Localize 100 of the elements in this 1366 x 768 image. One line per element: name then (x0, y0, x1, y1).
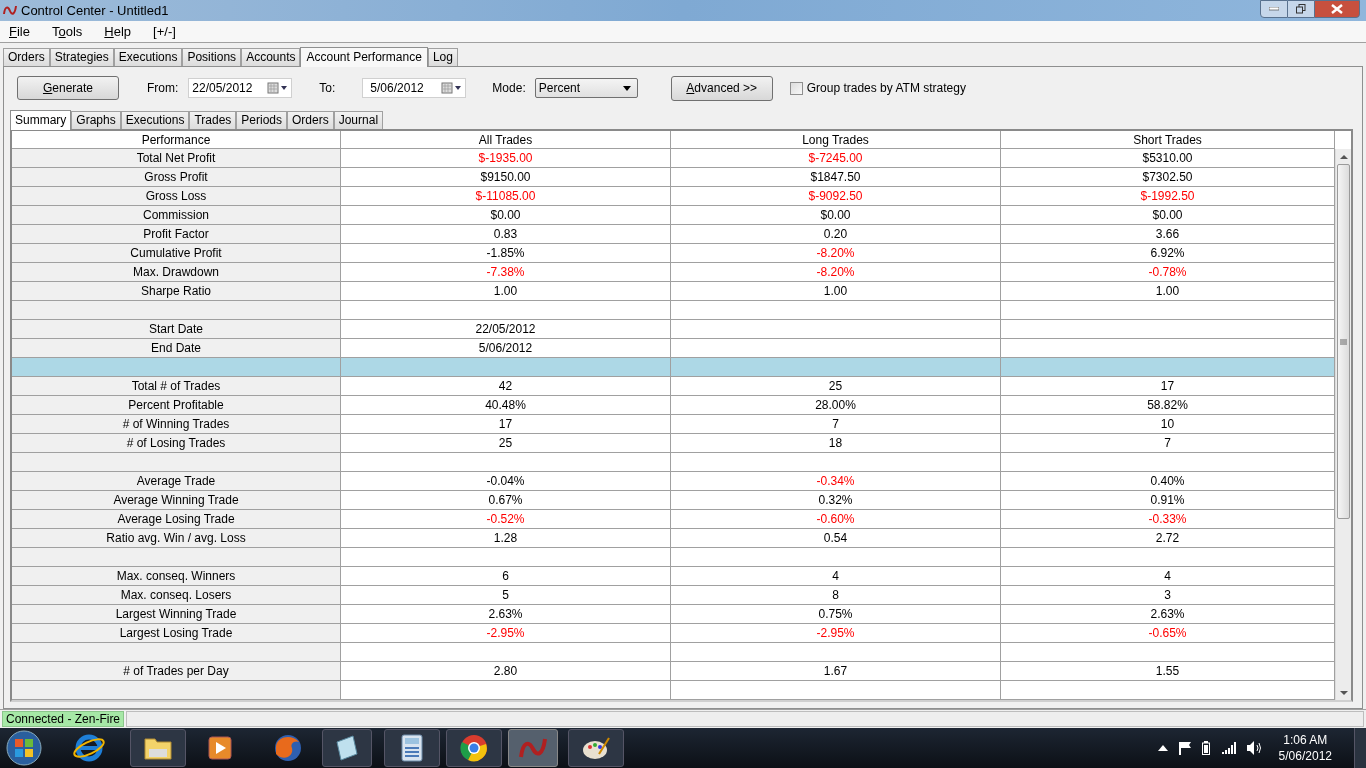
notepad-taskbar-button[interactable] (322, 729, 372, 767)
row-header: Total # of Trades (12, 377, 341, 396)
calculator-taskbar-button[interactable] (384, 729, 440, 767)
minimize-icon (1269, 7, 1279, 11)
table-cell-text: 0.40% (1150, 473, 1185, 491)
table-cell-text: 0.54 (823, 530, 848, 548)
vertical-scrollbar[interactable] (1335, 149, 1351, 701)
table-cell-text: -2.95% (816, 625, 855, 643)
close-button[interactable] (1314, 0, 1360, 18)
table-cell-text: $9150.00 (480, 169, 531, 187)
checkbox-label: Group trades by ATM strategy (806, 80, 966, 98)
fox-globe-icon[interactable] (272, 732, 304, 764)
table-cell-text: 2.63% (488, 606, 523, 624)
table-cell-text: 3 (1164, 587, 1171, 605)
restore-icon (1296, 4, 1306, 14)
tab[interactable]: Graphs (71, 111, 121, 130)
table-cell-text: $-11085.00 (475, 188, 536, 206)
menu-item[interactable]: File (9, 21, 30, 42)
table-cell-text: 42 (498, 378, 513, 396)
restore-button[interactable] (1288, 0, 1314, 18)
tab[interactable]: Journal (333, 111, 384, 130)
tab[interactable]: Account Performance (300, 47, 428, 68)
from-date-field[interactable]: 22/05/2012 (188, 78, 293, 99)
clock[interactable]: 1:06 AM 5/06/2012 (1278, 732, 1332, 764)
generate-button[interactable]: Generate (17, 76, 119, 101)
scroll-thumb[interactable] (1337, 164, 1350, 520)
row-header: Gross Loss (12, 187, 341, 206)
tab[interactable]: Positions (182, 48, 242, 67)
row-header: Average Winning Trade (12, 491, 341, 510)
tab[interactable]: Accounts (241, 48, 301, 67)
chrome-taskbar-button[interactable] (446, 729, 502, 767)
tab[interactable]: Trades (189, 111, 237, 130)
table-cell-text: 0.67% (488, 492, 523, 510)
table-cell-text: -0.04% (486, 473, 525, 491)
table-cell-text: 4 (832, 568, 839, 586)
selected-row[interactable] (12, 358, 1335, 378)
row-header: Average Trade (12, 472, 341, 491)
table-cell-text: $1847.50 (810, 169, 861, 187)
calendar-dropdown-icon (267, 82, 290, 95)
table-cell-text: -0.33% (1148, 511, 1187, 529)
battery-icon[interactable] (1201, 741, 1210, 755)
tab[interactable]: Executions (113, 48, 183, 67)
table-cell-text: -8.20% (816, 264, 855, 282)
menu-item[interactable]: [+/-] (153, 21, 176, 42)
tab[interactable]: Orders (287, 111, 334, 130)
table-cell-text: 1.28 (493, 530, 518, 548)
table-cell-text: 7 (832, 416, 839, 434)
table-cell-text: $7302.50 (1142, 169, 1193, 187)
speaker-icon[interactable] (1246, 741, 1263, 755)
tab[interactable]: Summary (10, 110, 72, 131)
table-cell-text: $0.00 (490, 207, 521, 225)
menu-item[interactable]: Help (104, 21, 132, 42)
table-cell-text: -0.65% (1148, 625, 1187, 643)
media-player-icon[interactable] (206, 733, 234, 763)
tab[interactable]: Log (427, 48, 458, 67)
table-cell-text: 3.66 (1155, 226, 1180, 244)
show-hidden-icons-icon[interactable] (1157, 745, 1168, 751)
mode-label: Mode: (492, 80, 526, 98)
table-cell-text: -0.52% (486, 511, 525, 529)
row-header: Total Net Profit (12, 149, 341, 168)
browser-e-icon[interactable] (72, 732, 106, 764)
mode-dropdown[interactable]: Percent (534, 78, 638, 99)
app-logo-icon (519, 737, 547, 759)
close-icon (1331, 4, 1343, 14)
folder-taskbar-button[interactable] (130, 729, 186, 767)
flag-icon[interactable] (1177, 741, 1192, 755)
table-cell-text: 0.20 (823, 226, 848, 244)
window-title: Control Center - Untitled1 (21, 1, 169, 20)
checkbox[interactable] (789, 81, 803, 95)
start-button-icon[interactable] (4, 730, 44, 766)
row-header: # of Trades per Day (12, 662, 341, 681)
tab[interactable]: Strategies (49, 48, 114, 67)
table-cell-text: -0.60% (816, 511, 855, 529)
tab[interactable]: Orders (3, 48, 50, 67)
table-cell-text: 17 (1160, 378, 1175, 396)
row-header: End Date (12, 339, 341, 358)
row-header: Average Losing Trade (12, 510, 341, 529)
table-cell-text: 18 (828, 435, 843, 453)
table-cell-text: -0.78% (1148, 264, 1187, 282)
from-label: From: (147, 80, 179, 98)
table-cell-text: 1.00 (823, 283, 848, 301)
tab[interactable]: Periods (236, 111, 287, 130)
table-cell-text: 1.00 (1155, 283, 1180, 301)
signal-icon[interactable] (1221, 742, 1237, 754)
to-date-field[interactable]: 5/06/2012 (362, 78, 467, 99)
table-cell-text: 2.63% (1150, 606, 1185, 624)
row-header: # of Winning Trades (12, 415, 341, 434)
row-header: Ratio avg. Win / avg. Loss (12, 529, 341, 548)
app-logo-icon (3, 4, 17, 17)
table-cell-text: 25 (498, 435, 513, 453)
menu-item[interactable]: Tools (51, 21, 83, 42)
table-cell-text: -1.85% (486, 245, 525, 263)
tab[interactable]: Executions (120, 111, 190, 130)
row-header: Profit Factor (12, 225, 341, 244)
row-header: Max. conseq. Losers (12, 586, 341, 605)
row-header: Commission (12, 206, 341, 225)
table-cell-text: $0.00 (1152, 207, 1183, 225)
table-cell-text: 5 (502, 587, 509, 605)
advanced-button[interactable]: Advanced >> (670, 75, 773, 101)
paint-taskbar-button[interactable] (568, 729, 624, 767)
